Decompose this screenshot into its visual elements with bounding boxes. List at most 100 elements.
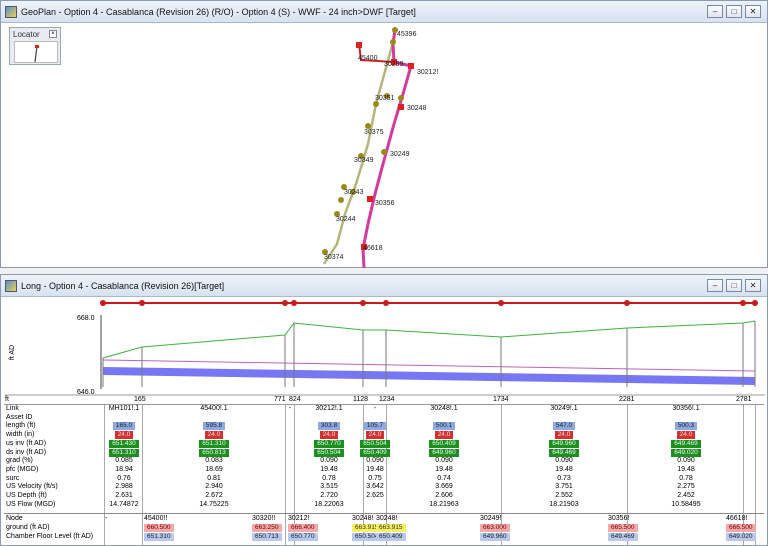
geoplan-titlebar[interactable]: GeoPlan - Option 4 - Casablanca (Revisio…: [1, 1, 767, 23]
grid-cell-length[interactable]: 595.8: [184, 422, 244, 431]
node-cell-id[interactable]: 30249!: [480, 515, 501, 524]
node-cell-ground[interactable]: 663.250: [252, 524, 282, 533]
node-cell-id[interactable]: 30248!: [352, 515, 373, 524]
node-cell-id[interactable]: -: [105, 515, 107, 524]
maximize-button[interactable]: □: [726, 279, 742, 292]
grid-cell-pfc[interactable]: 18.69: [184, 466, 244, 475]
grid-cell-surc[interactable]: 0.78: [656, 475, 716, 484]
grid-cell-length[interactable]: 547.0: [534, 422, 594, 431]
node-cell-id[interactable]: 30212!: [288, 515, 309, 524]
grid-cell-ds_inv[interactable]: 649.020: [656, 448, 716, 458]
grid-cell-depth[interactable]: 2.625: [345, 492, 405, 501]
grid-cell-us_inv[interactable]: 649.960: [534, 439, 594, 449]
grid-cell-us_inv[interactable]: 649.469: [656, 439, 716, 449]
grid-cell-width[interactable]: 24.0: [414, 431, 474, 440]
grid-cell-us_inv[interactable]: 651.430: [94, 439, 154, 449]
grid-cell-surc[interactable]: 0.76: [94, 475, 154, 484]
node-cell-ground[interactable]: 663.000: [480, 524, 510, 533]
grid-cell-flow[interactable]: 10.58495: [656, 501, 716, 510]
grid-cell-us_inv[interactable]: 651.310: [184, 439, 244, 449]
grid-cell-width[interactable]: 24.0: [184, 431, 244, 440]
grid-cell-surc[interactable]: 0.73: [534, 475, 594, 484]
grid-cell-us_inv[interactable]: 650.409: [414, 439, 474, 449]
grid-cell-width[interactable]: 24.0: [656, 431, 716, 440]
node-cell-ground[interactable]: 666.500: [726, 524, 756, 533]
grid-cell-depth[interactable]: 2.552: [534, 492, 594, 501]
map-label: 30248: [407, 105, 427, 112]
grid-cell-pfc[interactable]: 19.48: [656, 466, 716, 475]
grid-cell-length[interactable]: 165.0: [94, 422, 154, 431]
grid-cell-length[interactable]: 500.1: [414, 422, 474, 431]
node-cell-id[interactable]: 30356!: [608, 515, 629, 524]
grid-cell-us_inv[interactable]: 650.504: [345, 439, 405, 449]
grid-cell-vel[interactable]: 3.751: [534, 483, 594, 492]
close-button[interactable]: ✕: [745, 5, 761, 18]
grid-cell-length[interactable]: 500.3: [656, 422, 716, 431]
node-cell-floor[interactable]: 649.020: [726, 533, 756, 542]
grid-cell-vel[interactable]: 2.275: [656, 483, 716, 492]
grid-cell-width[interactable]: 24.0: [534, 431, 594, 440]
grid-cell-ds_inv[interactable]: 649.469: [534, 448, 594, 458]
grid-cell-grad[interactable]: 0.090: [345, 457, 405, 466]
grid-cell-id[interactable]: 30356!.1: [656, 405, 716, 414]
grid-cell-id[interactable]: 30248!.1: [414, 405, 474, 414]
grid-cell-id[interactable]: -: [345, 405, 405, 414]
longsection-titlebar[interactable]: Long - Option 4 - Casablanca (Revision 2…: [1, 275, 767, 297]
grid-cell-id[interactable]: 30249!.1: [534, 405, 594, 414]
grid-cell-ds_inv[interactable]: 650.409: [345, 448, 405, 458]
grid-cell-flow[interactable]: 14.74872: [94, 501, 154, 510]
grid-cell-length[interactable]: 105.7: [345, 422, 405, 431]
grid-cell-width[interactable]: 24.0: [94, 431, 154, 440]
grid-cell-flow[interactable]: 14.75225: [184, 501, 244, 510]
grid-cell-surc[interactable]: 0.74: [414, 475, 474, 484]
node-cell-ground[interactable]: 660.500: [144, 524, 174, 533]
node-cell-floor[interactable]: 650.770: [288, 533, 318, 542]
grid-cell-flow[interactable]: [345, 501, 405, 510]
grid-cell-grad[interactable]: 0.085: [94, 457, 154, 466]
node-cell-floor[interactable]: 650.713: [252, 533, 282, 542]
grid-cell-vel[interactable]: 2.988: [94, 483, 154, 492]
grid-cell-grad[interactable]: 0.083: [184, 457, 244, 466]
grid-cell-grad[interactable]: 0.090: [414, 457, 474, 466]
long-profile[interactable]: [5, 295, 765, 405]
grid-cell-ds_inv[interactable]: 651.310: [94, 448, 154, 458]
grid-cell-id[interactable]: 45400!.1: [184, 405, 244, 414]
grid-cell-ds_inv[interactable]: 649.960: [414, 448, 474, 458]
grid-cell-depth[interactable]: 2.672: [184, 492, 244, 501]
grid-cell-depth[interactable]: 2.606: [414, 492, 474, 501]
grid-cell-ds_inv[interactable]: 650.813: [184, 448, 244, 458]
maximize-button[interactable]: □: [726, 5, 742, 18]
node-cell-ground[interactable]: 666.400: [288, 524, 318, 533]
grid-cell-pfc[interactable]: 19.48: [345, 466, 405, 475]
grid-cell-pfc[interactable]: 19.48: [534, 466, 594, 475]
grid-cell-depth[interactable]: 2.631: [94, 492, 154, 501]
grid-cell-vel[interactable]: 3.642: [345, 483, 405, 492]
close-button[interactable]: ✕: [745, 279, 761, 292]
grid-cell-vel[interactable]: 3.669: [414, 483, 474, 492]
node-cell-floor[interactable]: 649.960: [480, 533, 510, 542]
node-cell-floor[interactable]: 650.409: [376, 533, 406, 542]
node-cell-floor[interactable]: 649.469: [608, 533, 638, 542]
node-cell-id[interactable]: 30320!!: [252, 515, 275, 524]
node-cell-floor[interactable]: 651.310: [144, 533, 174, 542]
grid-cell-id[interactable]: MH101!.1: [94, 405, 154, 414]
node-cell-id[interactable]: 30248!: [376, 515, 397, 524]
grid-cell-depth[interactable]: 2.452: [656, 492, 716, 501]
link-data-grid[interactable]: Link Asset ID length (ft) width (in) us …: [4, 404, 764, 545]
grid-cell-pfc[interactable]: 18.94: [94, 466, 154, 475]
grid-cell-width[interactable]: 24.0: [345, 431, 405, 440]
grid-cell-vel[interactable]: 2.940: [184, 483, 244, 492]
node-cell-id[interactable]: 46618!: [726, 515, 747, 524]
minimize-button[interactable]: –: [707, 279, 723, 292]
grid-cell-grad[interactable]: 0.090: [534, 457, 594, 466]
grid-cell-grad[interactable]: 0.090: [656, 457, 716, 466]
minimize-button[interactable]: –: [707, 5, 723, 18]
node-cell-id[interactable]: 45400!!: [144, 515, 167, 524]
node-cell-ground[interactable]: 663.915: [376, 524, 406, 533]
grid-cell-pfc[interactable]: 19.48: [414, 466, 474, 475]
grid-cell-surc[interactable]: 0.75: [345, 475, 405, 484]
grid-cell-flow[interactable]: 18.21963: [414, 501, 474, 510]
grid-cell-surc[interactable]: 0.81: [184, 475, 244, 484]
grid-cell-flow[interactable]: 18.21903: [534, 501, 594, 510]
node-cell-ground[interactable]: 665.500: [608, 524, 638, 533]
